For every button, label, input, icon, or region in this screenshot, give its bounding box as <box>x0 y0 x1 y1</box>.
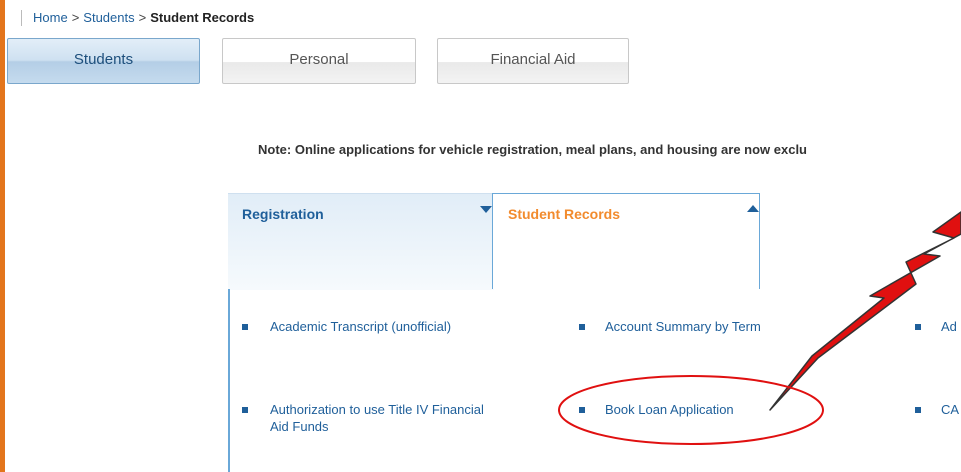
tab-students[interactable]: Students <box>7 38 200 84</box>
book-loan-application-link[interactable]: Book Loan Application <box>605 401 734 418</box>
tab-personal[interactable]: Personal <box>222 38 416 84</box>
lightning-arrow-icon <box>769 211 961 411</box>
chevron-up-icon[interactable] <box>747 205 759 212</box>
tab-label: Students <box>73 51 134 68</box>
breadcrumb: Home > Students > Student Records <box>33 10 254 25</box>
link-line: Aid Funds <box>270 419 329 434</box>
bullet-icon <box>242 407 248 413</box>
registration-panel-header[interactable]: Registration <box>228 193 494 290</box>
bullet-icon <box>242 324 248 330</box>
content-left-border <box>228 289 230 472</box>
breadcrumb-separator: > <box>71 10 80 25</box>
student-records-panel-header[interactable]: Student Records <box>492 193 760 289</box>
left-border <box>0 0 5 472</box>
breadcrumb-separator: > <box>138 10 147 25</box>
chevron-down-icon[interactable] <box>480 206 492 213</box>
note-text: Note: Online applications for vehicle re… <box>258 142 808 157</box>
breadcrumb-current: Student Records <box>150 10 255 25</box>
bullet-icon <box>915 407 921 413</box>
breadcrumb-students-link[interactable]: Students <box>83 10 134 25</box>
authorization-title-iv-link[interactable]: Authorization to use Title IV Financial … <box>270 401 550 435</box>
col3-row2-link[interactable]: CA <box>941 401 959 418</box>
registration-panel-title: Registration <box>242 206 324 222</box>
bullet-icon <box>915 324 921 330</box>
breadcrumb-home-link[interactable]: Home <box>33 10 68 25</box>
tab-label: Personal <box>289 51 349 68</box>
account-summary-link[interactable]: Account Summary by Term <box>605 318 761 335</box>
student-records-panel-title: Student Records <box>508 206 621 222</box>
breadcrumb-divider <box>21 10 22 26</box>
col3-row1-link[interactable]: Ad <box>941 318 957 335</box>
academic-transcript-link[interactable]: Academic Transcript (unofficial) <box>270 318 451 335</box>
tab-label: Financial Aid <box>490 51 576 68</box>
link-line: Authorization to use Title IV Financial <box>270 402 484 417</box>
bullet-icon <box>579 324 585 330</box>
tab-financial-aid[interactable]: Financial Aid <box>437 38 629 84</box>
bullet-icon <box>579 407 585 413</box>
